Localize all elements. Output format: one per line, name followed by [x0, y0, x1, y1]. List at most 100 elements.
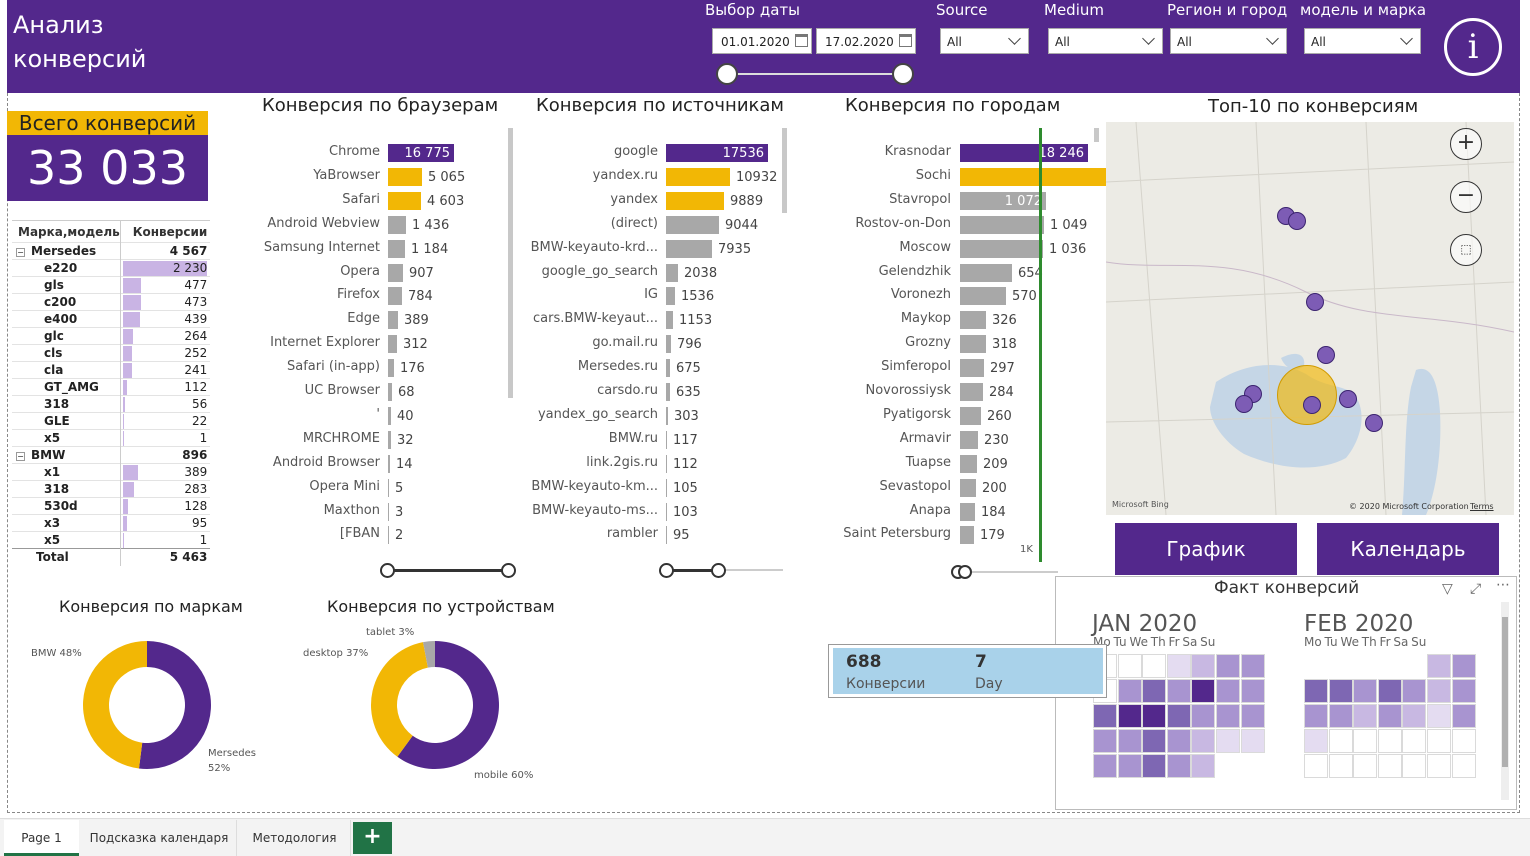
- browsers-bar[interactable]: [388, 383, 392, 401]
- matrix-row[interactable]: 530d 128: [12, 497, 211, 515]
- matrix-row[interactable]: cla 241: [12, 361, 211, 379]
- calendar-day-cell[interactable]: [1402, 679, 1427, 703]
- sources-bar[interactable]: [666, 478, 667, 497]
- calendar-day-cell[interactable]: [1166, 754, 1191, 778]
- calendar-day-cell[interactable]: [1240, 654, 1265, 678]
- calendar-day-cell[interactable]: [1240, 729, 1265, 753]
- calendar-day-cell[interactable]: [1304, 704, 1328, 728]
- browsers-bar[interactable]: [388, 502, 389, 521]
- calendar-day-cell[interactable]: [1353, 704, 1378, 728]
- matrix-row[interactable]: 318 56: [12, 395, 211, 413]
- calendar-day-cell[interactable]: [1451, 654, 1476, 678]
- calendar-day-cell[interactable]: [1142, 754, 1167, 778]
- cities-bar[interactable]: [960, 383, 983, 401]
- calendar-day-cell[interactable]: [1304, 754, 1328, 778]
- cities-bar[interactable]: [960, 263, 1012, 282]
- matrix-row[interactable]: cls 252: [12, 344, 211, 362]
- calendar-day-cell[interactable]: [1328, 729, 1353, 753]
- browsers-bar[interactable]: [388, 335, 397, 354]
- map-city-marker[interactable]: [1365, 414, 1383, 432]
- map-city-marker[interactable]: [1288, 212, 1306, 230]
- calendar-day-cell[interactable]: [1353, 754, 1378, 778]
- calendar-day-cell[interactable]: [1166, 729, 1191, 753]
- browsers-bar[interactable]: [388, 478, 389, 497]
- matrix-row[interactable]: gls 477: [12, 276, 211, 294]
- donut-slice[interactable]: [138, 641, 211, 769]
- calendar-day-cell[interactable]: [1451, 679, 1476, 703]
- calendar-day-cell[interactable]: [1427, 754, 1451, 778]
- donut-slice[interactable]: [82, 641, 147, 769]
- browsers-bar[interactable]: [388, 311, 398, 330]
- model-dropdown[interactable]: All: [1304, 28, 1421, 54]
- calendar-day-cell[interactable]: [1328, 754, 1353, 778]
- browsers-bar[interactable]: [388, 287, 402, 306]
- calendar-day-cell[interactable]: [1093, 704, 1117, 728]
- matrix-row[interactable]: x5 1: [12, 429, 211, 447]
- tab-page-1[interactable]: Page 1: [4, 820, 79, 856]
- calendar-day-cell[interactable]: [1451, 729, 1476, 753]
- calendar-day-cell[interactable]: [1117, 704, 1142, 728]
- date-from-input[interactable]: 01.01.2020: [712, 28, 812, 54]
- map-city-marker[interactable]: [1235, 395, 1253, 413]
- cities-bar[interactable]: [960, 430, 978, 449]
- date-slider-end-handle[interactable]: [892, 63, 914, 85]
- sources-bar[interactable]: [666, 406, 668, 425]
- browsers-bar[interactable]: [388, 191, 421, 210]
- sources-scrollbar[interactable]: [782, 128, 787, 213]
- matrix-group-row[interactable]: − Mersedes 4 567: [12, 242, 211, 260]
- matrix-row[interactable]: x3 95: [12, 514, 211, 532]
- expand-collapse-icon[interactable]: −: [16, 248, 25, 257]
- sources-bar[interactable]: [666, 167, 730, 186]
- map-view[interactable]: + − ⬚ Microsoft Bing © 2020 Microsoft Co…: [1106, 122, 1514, 515]
- calendar-day-cell[interactable]: [1216, 654, 1240, 678]
- matrix-row[interactable]: GT_AMG 112: [12, 378, 211, 396]
- sources-range-start-handle[interactable]: [659, 563, 674, 578]
- sources-bar[interactable]: [666, 454, 667, 473]
- calendar-day-cell[interactable]: [1093, 729, 1117, 753]
- browsers-bar[interactable]: [388, 263, 403, 282]
- browsers-range-end-handle[interactable]: [501, 563, 516, 578]
- select-area-icon[interactable]: ⬚: [1450, 234, 1482, 266]
- matrix-group-row[interactable]: − BMW 896: [12, 446, 211, 464]
- cities-scrollbar[interactable]: [1094, 128, 1099, 142]
- calendar-day-cell[interactable]: [1142, 704, 1167, 728]
- calendar-day-cell[interactable]: [1117, 654, 1142, 678]
- browsers-bar[interactable]: [388, 359, 394, 378]
- browsers-bar[interactable]: [388, 526, 389, 545]
- calendar-day-cell[interactable]: [1240, 704, 1265, 728]
- sources-bar[interactable]: [666, 239, 712, 258]
- map-city-marker-large[interactable]: [1277, 365, 1337, 425]
- calendar-day-cell[interactable]: [1166, 679, 1191, 703]
- calendar-day-cell[interactable]: [1427, 679, 1451, 703]
- calendar-day-cell[interactable]: [1353, 679, 1378, 703]
- cities-bar[interactable]: [960, 478, 976, 497]
- cities-bar[interactable]: [960, 359, 984, 378]
- map-terms-link[interactable]: Terms: [1470, 502, 1494, 511]
- calendar-day-cell[interactable]: [1451, 704, 1476, 728]
- matrix-header-model[interactable]: Марка,модель: [12, 220, 121, 243]
- browsers-bar[interactable]: [388, 430, 391, 449]
- calendar-day-cell[interactable]: [1093, 754, 1117, 778]
- source-dropdown[interactable]: All: [940, 28, 1029, 54]
- cities-bar[interactable]: [960, 335, 986, 354]
- sources-bar[interactable]: [666, 263, 678, 282]
- cities-bar[interactable]: [960, 215, 1044, 234]
- calendar-day-cell[interactable]: [1328, 704, 1353, 728]
- calendar-day-cell[interactable]: [1191, 654, 1216, 678]
- sources-bar[interactable]: [666, 359, 670, 378]
- calendar-day-cell[interactable]: [1117, 729, 1142, 753]
- cities-bar[interactable]: [960, 287, 1006, 306]
- sources-bar[interactable]: [666, 502, 667, 521]
- cities-bar[interactable]: [960, 454, 977, 473]
- map-city-marker[interactable]: [1303, 396, 1321, 414]
- zoom-in-button[interactable]: +: [1450, 128, 1482, 160]
- calendar-button[interactable]: Календарь: [1317, 523, 1499, 575]
- matrix-row[interactable]: x1 389: [12, 463, 211, 481]
- calendar-day-cell[interactable]: [1427, 704, 1451, 728]
- map-city-marker[interactable]: [1339, 390, 1357, 408]
- calendar-day-cell[interactable]: [1191, 754, 1216, 778]
- calendar-day-cell[interactable]: [1142, 729, 1167, 753]
- region-dropdown[interactable]: All: [1170, 28, 1287, 54]
- cities-bar[interactable]: [960, 526, 974, 545]
- sources-bar[interactable]: [666, 215, 719, 234]
